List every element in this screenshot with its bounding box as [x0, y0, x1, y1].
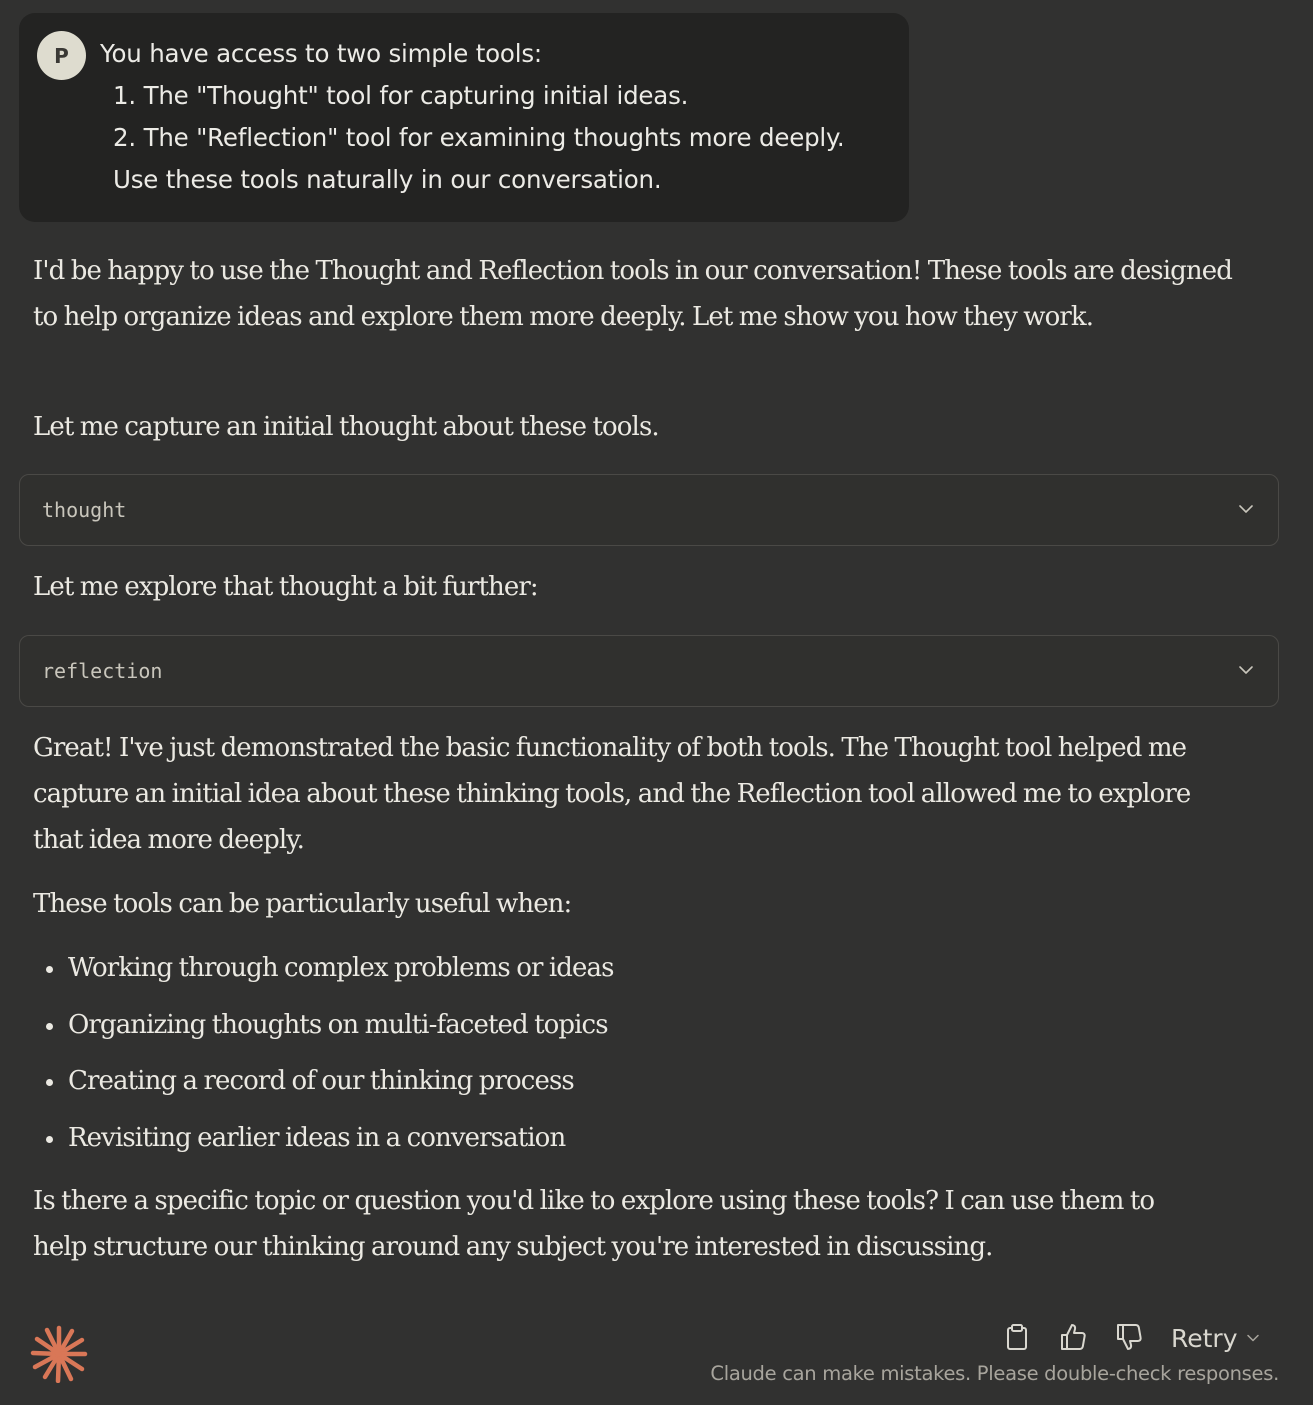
- list-item: Creating a record of our thinking proces…: [33, 1053, 614, 1110]
- assistant-great-paragraph: Great! I've just demonstrated the basic …: [33, 733, 1191, 855]
- thumbs-down-icon[interactable]: [1114, 1322, 1144, 1352]
- assistant-useful-intro: These tools can be particularly useful w…: [33, 889, 572, 919]
- user-message-line-2: 1. The "Thought" tool for capturing init…: [113, 81, 689, 110]
- assistant-intro-paragraph: I'd be happy to use the Thought and Refl…: [33, 256, 1233, 332]
- tool-call-reflection-label: reflection: [42, 659, 163, 683]
- chevron-down-icon: [1239, 505, 1253, 513]
- retry-button[interactable]: Retry: [1171, 1318, 1260, 1358]
- disclaimer-text: Claude can make mistakes. Please double-…: [710, 1362, 1279, 1385]
- user-avatar: P: [37, 31, 86, 80]
- chevron-down-icon: [1239, 666, 1253, 674]
- assistant-closing-paragraph: Is there a specific topic or question yo…: [33, 1186, 1155, 1262]
- user-message-bubble: P You have access to two simple tools: 1…: [19, 13, 909, 222]
- clipboard-icon[interactable]: [1002, 1322, 1032, 1352]
- user-message-line-4: Use these tools naturally in our convers…: [113, 165, 662, 194]
- assistant-explore-paragraph: Let me explore that thought a bit furthe…: [33, 572, 539, 602]
- list-item: Working through complex problems or idea…: [33, 940, 614, 997]
- user-message-line-3: 2. The "Reflection" tool for examining t…: [113, 123, 845, 152]
- tool-call-thought[interactable]: thought: [19, 474, 1279, 546]
- assistant-capture-paragraph: Let me capture an initial thought about …: [33, 412, 660, 442]
- list-item: Revisiting earlier ideas in a conversati…: [33, 1110, 614, 1167]
- claude-spark-icon: [30, 1325, 88, 1383]
- tool-call-reflection[interactable]: reflection: [19, 635, 1279, 707]
- chevron-down-icon: [1246, 1334, 1259, 1342]
- user-message-line-1: You have access to two simple tools:: [100, 39, 542, 68]
- tool-call-thought-label: thought: [42, 498, 127, 522]
- retry-label: Retry: [1171, 1323, 1238, 1353]
- assistant-bullet-list: Working through complex problems or idea…: [33, 940, 614, 1166]
- thumbs-up-icon[interactable]: [1058, 1322, 1088, 1352]
- list-item: Organizing thoughts on multi-faceted top…: [33, 997, 614, 1054]
